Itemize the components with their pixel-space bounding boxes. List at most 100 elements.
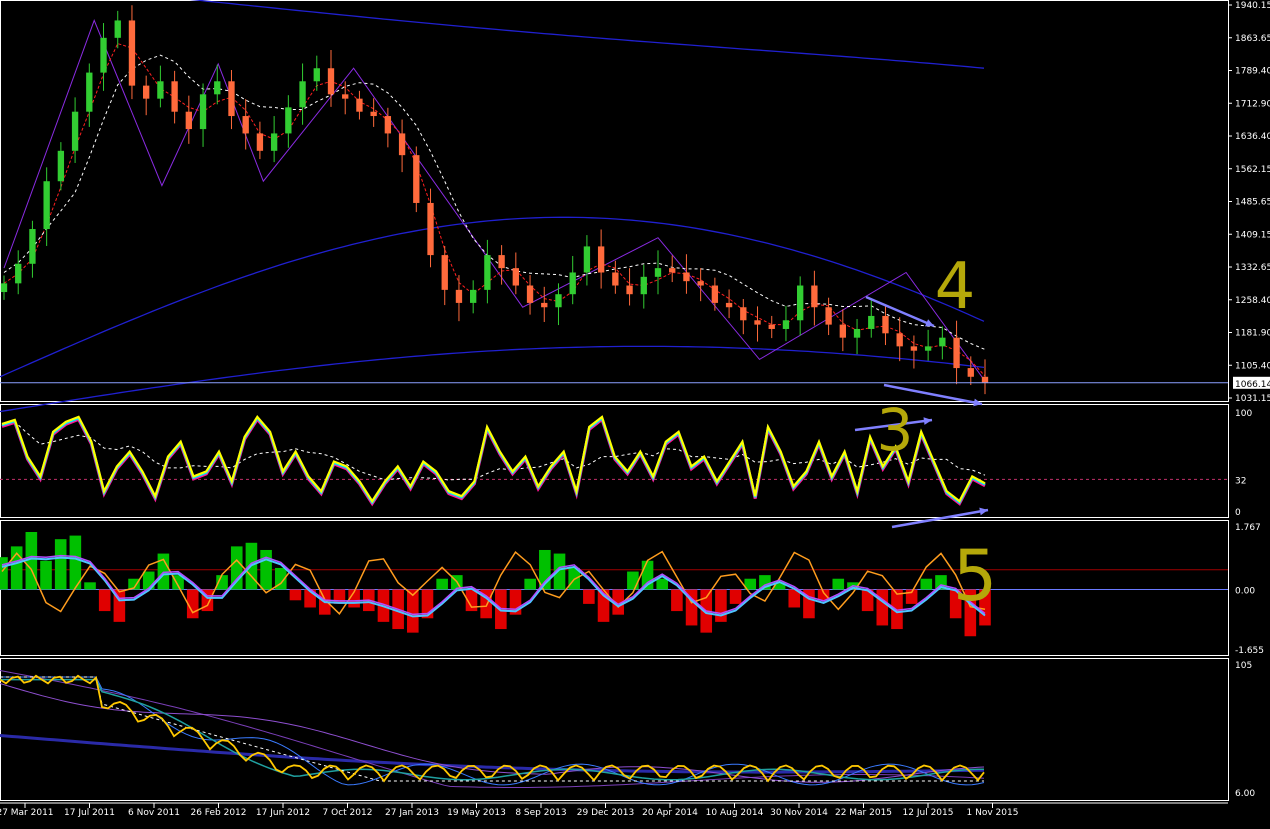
candle-body <box>811 285 818 308</box>
candle-body <box>683 272 690 282</box>
candle-body <box>498 255 505 269</box>
candle-body <box>455 289 463 303</box>
candle-body <box>768 324 775 329</box>
time-axis-label: 7 Oct 2012 <box>323 808 373 818</box>
candle-body <box>697 281 704 286</box>
oscillator-long-line <box>0 734 985 774</box>
fisher-axis-label: -1.655 <box>1235 646 1264 656</box>
candle-body <box>398 133 406 156</box>
candle-body <box>484 255 491 290</box>
oscillator-yellow-line <box>0 674 985 783</box>
candle-body <box>185 111 192 130</box>
candle-body <box>413 155 420 203</box>
candle-body <box>853 328 861 338</box>
candle-body <box>100 37 107 73</box>
oscillator-axis-label: 105 <box>1235 661 1252 671</box>
candle-body <box>782 320 790 329</box>
candle-body <box>669 268 676 273</box>
candle-body <box>128 20 136 86</box>
rsi-average-line <box>1 421 986 481</box>
annotation-digit-4: 4 <box>935 250 976 324</box>
candle-body <box>441 255 448 290</box>
time-axis-label: 27 Jan 2013 <box>385 808 439 818</box>
time-axis-label: 30 Nov 2014 <box>770 808 828 818</box>
candle-body <box>740 307 747 321</box>
candle-body <box>0 283 8 293</box>
annotation-digit-3: 3 <box>877 396 914 464</box>
candle-body <box>285 107 292 134</box>
fisher-histogram-bar <box>260 549 272 590</box>
candle-body <box>910 346 918 351</box>
price-divergence-arrow-lower-head <box>973 398 982 407</box>
fisher-histogram-bar <box>436 578 448 590</box>
candle-body <box>754 320 761 325</box>
panel-frame-price <box>0 0 1229 402</box>
price-axis-label: 1940.15 <box>1235 1 1270 11</box>
envelope-upper-line <box>189 0 985 69</box>
candle-body <box>839 324 846 338</box>
time-axis-label: 6 Nov 2011 <box>128 808 180 818</box>
candle-body <box>327 68 335 95</box>
time-axis-label: 17 Jul 2011 <box>64 808 115 818</box>
candle-body <box>370 111 377 117</box>
candle-body <box>612 272 619 286</box>
candle-body <box>555 294 562 308</box>
fisher-histogram-bar <box>671 589 683 612</box>
annotation-digit-5: 5 <box>953 535 998 617</box>
candle-body <box>939 337 946 347</box>
time-axis-label: 17 Jun 2012 <box>256 808 310 818</box>
time-axis-label: 1 Nov 2015 <box>967 808 1019 818</box>
time-axis-label: 29 Dec 2013 <box>577 808 635 818</box>
chart-canvas: 1066.14 1940.15 1863.65 1789.40 1712.90 1636.… <box>0 0 1270 818</box>
candle-body <box>214 81 221 95</box>
price-axis-label: 1712.90 <box>1235 99 1270 109</box>
time-axis-label: 10 Aug 2014 <box>706 808 764 818</box>
fisher-histogram-bar <box>729 589 742 604</box>
fisher-histogram-bar <box>583 589 595 604</box>
price-axis-label: 1789.40 <box>1235 67 1270 77</box>
candle-body <box>924 346 932 351</box>
rsi-axis-label: 100 <box>1235 409 1252 419</box>
rsi-axis-label: 0 <box>1235 508 1241 518</box>
fisher-axis-label: 1.767 <box>1235 523 1261 533</box>
fisher-histogram-bar <box>627 571 639 590</box>
candle-body <box>384 116 392 134</box>
time-axis-label: 26 Feb 2012 <box>190 808 246 818</box>
candle-body <box>228 81 235 117</box>
rsi-axis-label: 32 <box>1235 476 1246 486</box>
candle-body <box>967 368 974 377</box>
price-axis-label: 1863.65 <box>1235 34 1270 44</box>
fisher-histogram-bar <box>920 578 933 590</box>
candle-body <box>711 285 719 303</box>
fisher-histogram-bar <box>98 589 111 612</box>
panel-frame-fish <box>0 520 1229 656</box>
candle-body <box>114 20 121 38</box>
price-axis-label: 1258.40 <box>1235 296 1270 306</box>
chart-root: 1066.14 1940.15 1863.65 1789.40 1712.90 1636.… <box>0 0 1270 825</box>
fisher-histogram-bar <box>715 589 727 622</box>
candle-body <box>597 246 605 273</box>
price-axis-label: 1636.40 <box>1235 132 1270 142</box>
oscillator-purple-line-a <box>0 670 985 788</box>
candle-body <box>626 285 633 295</box>
candle-body <box>199 94 207 130</box>
candle-body <box>583 246 591 273</box>
time-axis-label: 19 May 2013 <box>447 808 506 818</box>
candle-body <box>654 268 662 277</box>
oscillator-axis-label: 6.00 <box>1235 789 1255 799</box>
fisher-histogram-bar <box>84 582 96 590</box>
oscillator-average-line <box>0 676 984 782</box>
time-axis-label: 12 Jul 2015 <box>903 808 954 818</box>
candle-body <box>512 268 519 286</box>
candle-body <box>470 289 477 303</box>
candle-body <box>526 285 534 303</box>
candle-body <box>57 150 65 182</box>
candle-body <box>569 272 576 295</box>
fisher-histogram-bar <box>876 589 889 626</box>
fisher-axis-label: 0.00 <box>1235 587 1255 597</box>
fisher-histogram-bar <box>832 578 845 590</box>
candle-body <box>882 315 889 334</box>
time-axis-label: 8 Sep 2013 <box>515 808 566 818</box>
candle-body <box>299 81 306 108</box>
candle-body <box>29 229 36 264</box>
